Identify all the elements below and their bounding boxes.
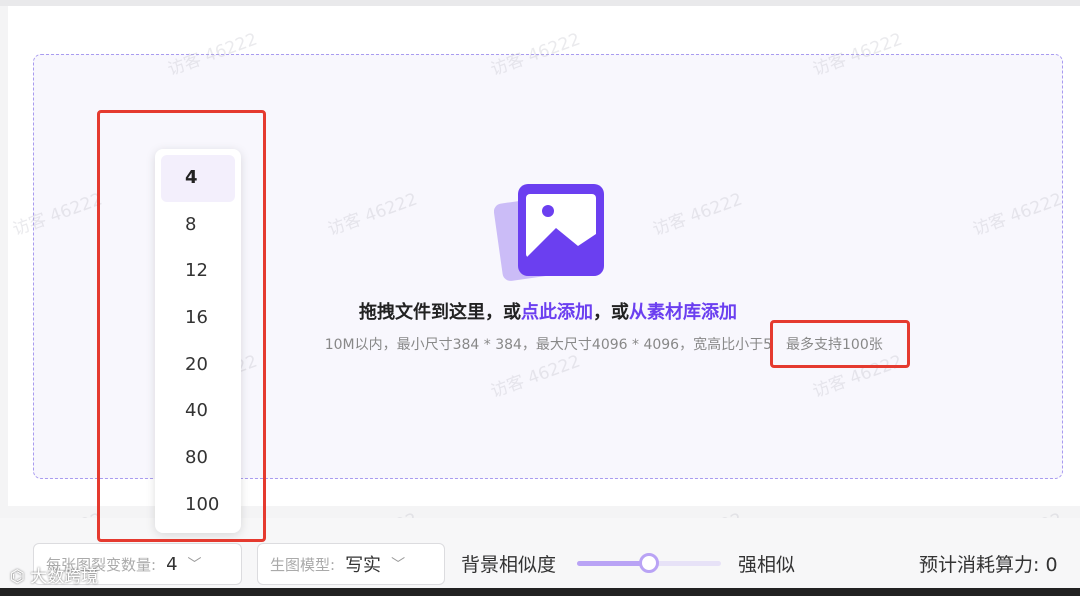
variation-count-value: 4 <box>166 553 178 575</box>
source-logo-icon: ⌬ <box>10 567 31 587</box>
similarity-slider-handle[interactable] <box>639 553 659 573</box>
click-to-add-link[interactable]: 点此添加 <box>521 302 593 323</box>
add-from-library-link[interactable]: 从素材库添加 <box>629 302 737 323</box>
image-upload-icon[interactable] <box>494 184 606 284</box>
chevron-down-icon: ﹀ <box>391 557 406 573</box>
highlight-box-dropdown <box>97 110 266 542</box>
model-select[interactable]: 生图模型: 写实 ﹀ <box>257 543 445 585</box>
source-watermark-text: 大数跨境 <box>30 567 99 587</box>
background-similarity-label: 背景相似度 <box>461 554 557 576</box>
model-value: 写实 <box>345 555 382 576</box>
bottom-edge <box>0 588 1080 596</box>
upload-requirements: 10M以内，最小尺寸384 * 384，最大尺寸4096 * 4096，宽高比小… <box>324 337 772 353</box>
upload-instruction-mid: ，或 <box>593 302 629 323</box>
highlight-box-max-note <box>770 320 910 368</box>
upload-instruction-prefix: 拖拽文件到这里，或 <box>359 302 521 323</box>
chevron-down-icon: ﹀ <box>187 557 202 573</box>
source-watermark: ⌬ 大数跨境 <box>10 562 98 587</box>
estimated-cost: 预计消耗算力: 0 <box>919 554 1058 576</box>
model-label: 生图模型: <box>270 555 336 574</box>
strong-similarity-label: 强相似 <box>738 554 796 576</box>
